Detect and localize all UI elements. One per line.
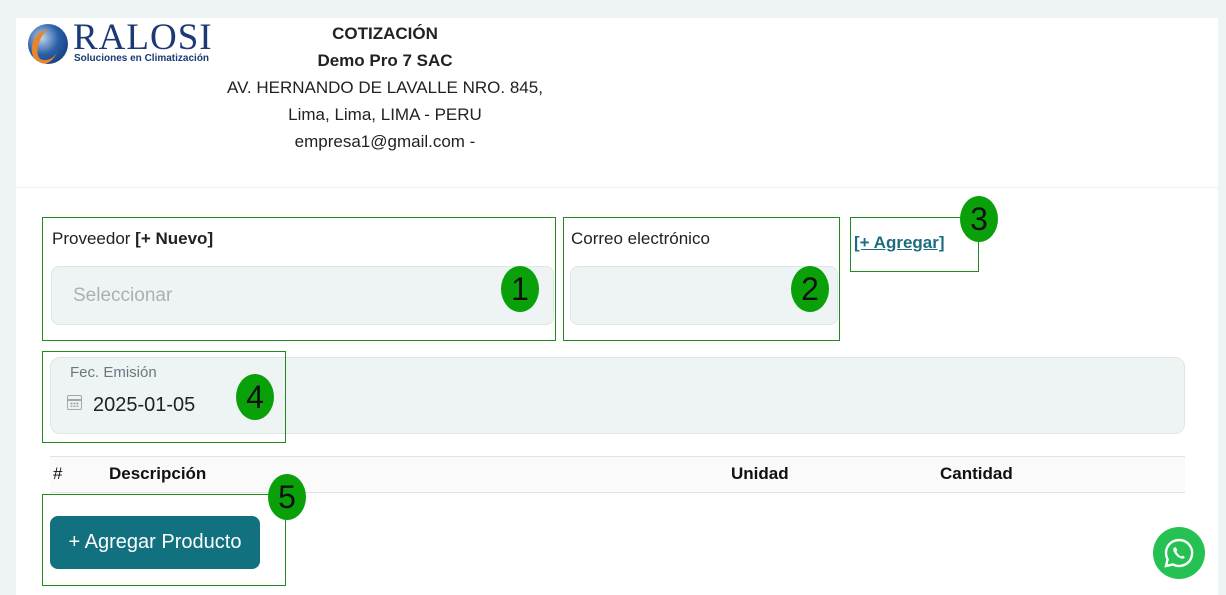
- provider-placeholder: Seleccionar: [73, 285, 173, 306]
- badge-4: 4: [236, 374, 274, 420]
- company-address: AV. HERNANDO DE LAVALLE NRO. 845,: [227, 78, 543, 97]
- logo-name: RALOSI: [73, 17, 213, 58]
- email-label: Correo electrónico: [571, 229, 710, 248]
- company-info: COTIZACIÓN Demo Pro 7 SAC AV. HERNANDO D…: [220, 20, 550, 155]
- badge-1: 1: [501, 266, 539, 312]
- col-description: Descripción: [109, 464, 207, 483]
- company-logo: RALOSI Soluciones en Climatización: [28, 17, 218, 64]
- company-contact: empresa1@gmail.com -: [294, 132, 476, 151]
- add-contact-link[interactable]: [+ Agregar]: [854, 233, 945, 253]
- provider-label: Proveedor [+ Nuevo]: [52, 229, 214, 248]
- globe-logo-icon: [28, 24, 68, 64]
- badge-5: 5: [268, 474, 306, 520]
- calendar-icon: [67, 395, 82, 410]
- company-city: Lima, Lima, LIMA - PERU: [288, 105, 482, 124]
- document-title: COTIZACIÓN: [332, 24, 438, 43]
- company-name: Demo Pro 7 SAC: [317, 51, 453, 70]
- add-product-button[interactable]: + Agregar Producto: [50, 516, 260, 569]
- whatsapp-icon: [1164, 538, 1194, 568]
- whatsapp-button[interactable]: [1153, 527, 1205, 579]
- issue-date-label: Fec. Emisión: [70, 364, 157, 381]
- badge-2: 2: [791, 266, 829, 312]
- provider-new-link[interactable]: [+ Nuevo]: [135, 229, 213, 248]
- header-divider: [16, 187, 1218, 188]
- col-number: #: [53, 464, 63, 483]
- col-unit: Unidad: [731, 464, 789, 483]
- logo-tagline: Soluciones en Climatización: [74, 53, 210, 64]
- issue-date-value: 2025-01-05: [93, 394, 196, 416]
- products-table-header: [50, 456, 1185, 493]
- badge-3: 3: [960, 196, 998, 242]
- col-quantity: Cantidad: [940, 464, 1013, 483]
